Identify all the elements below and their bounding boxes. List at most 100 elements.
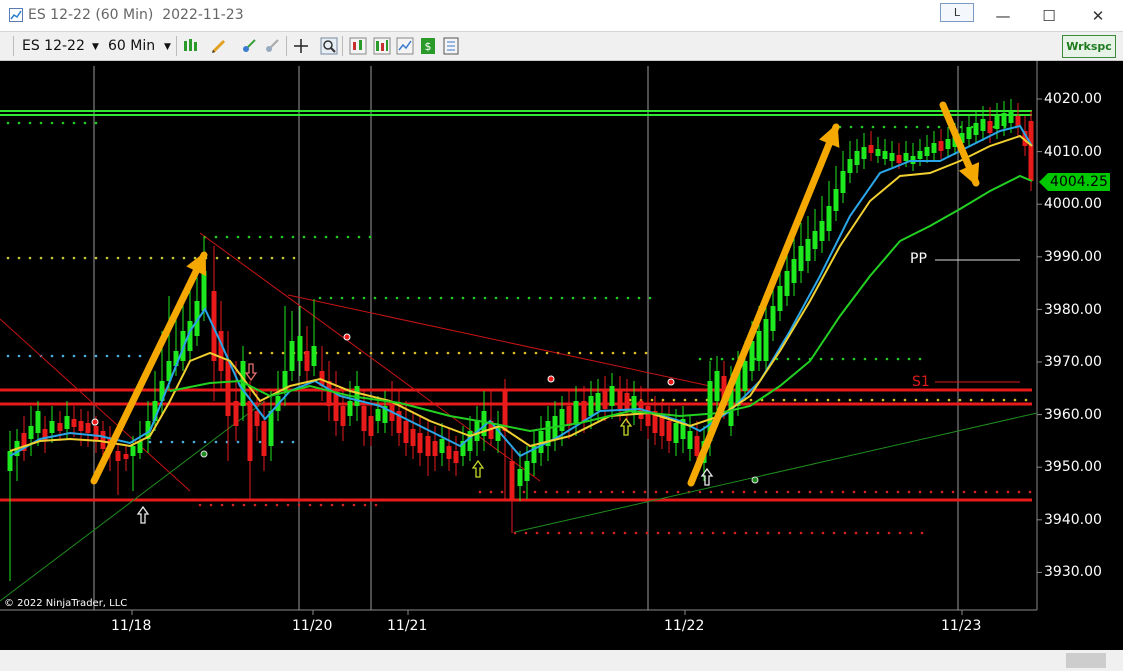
candle-body xyxy=(559,409,565,431)
pivot-level-marker xyxy=(358,351,362,355)
pivot-level-marker xyxy=(297,503,301,507)
candle-body xyxy=(375,409,381,421)
pivot-level-marker xyxy=(335,235,339,239)
candlestick-chart[interactable] xyxy=(0,61,1123,671)
pivot-level-marker xyxy=(909,531,913,535)
buy-signal-arrow-icon xyxy=(136,505,150,524)
pivot-level-marker xyxy=(720,490,724,494)
pivot-level-marker xyxy=(160,256,164,260)
pivot-level-marker xyxy=(854,531,858,535)
candle-body xyxy=(868,145,874,153)
candle-body xyxy=(268,411,274,446)
pivot-level-marker xyxy=(821,531,825,535)
indicators-icon[interactable] xyxy=(373,37,391,55)
pivot-level-marker xyxy=(247,235,251,239)
candle-body xyxy=(645,406,651,426)
data-series-icon[interactable] xyxy=(349,37,367,55)
interval-selector[interactable]: 60 Min xyxy=(108,38,155,54)
pivot-level-marker xyxy=(181,440,185,444)
pivot-level-marker xyxy=(1002,398,1006,402)
pivot-level-marker xyxy=(248,256,252,260)
candle-body xyxy=(71,419,77,427)
pivot-level-marker xyxy=(777,531,781,535)
pivot-level-marker xyxy=(881,398,885,402)
pivot-level-marker xyxy=(380,351,384,355)
pivot-level-marker xyxy=(215,256,219,260)
pivot-level-marker xyxy=(764,490,768,494)
pivot-level-marker xyxy=(369,351,373,355)
candle-body xyxy=(875,149,881,156)
signal-dot xyxy=(751,476,759,484)
minimize-button[interactable]: — xyxy=(992,6,1014,26)
pivot-level-marker xyxy=(995,490,999,494)
trend-line xyxy=(514,412,1038,533)
price-chart-panel[interactable]: 4020.00 4010.00 4000.00 3990.00 3980.00 … xyxy=(0,61,1123,671)
pivot-level-marker xyxy=(870,398,874,402)
pivot-level-marker xyxy=(698,490,702,494)
candle-body xyxy=(509,461,515,501)
pivot-level-marker xyxy=(1028,490,1032,494)
signal-dot xyxy=(200,450,208,458)
pivot-level-marker xyxy=(621,490,625,494)
pivot-level-marker xyxy=(319,503,323,507)
chart-style-icon[interactable] xyxy=(182,37,200,55)
link-button[interactable]: L xyxy=(940,3,974,22)
trend-line xyxy=(287,294,711,387)
candle-body xyxy=(791,259,797,283)
zoom-icon[interactable] xyxy=(320,37,338,55)
candle-body xyxy=(1028,121,1034,181)
pivot-level-marker xyxy=(753,490,757,494)
pivot-level-marker xyxy=(588,490,592,494)
pivot-level-marker xyxy=(555,490,559,494)
candle-body xyxy=(840,171,846,193)
pivot-level-marker xyxy=(341,503,345,507)
candle-body xyxy=(742,361,748,391)
signal-dot xyxy=(91,418,99,426)
properties-icon[interactable] xyxy=(442,37,460,55)
pivot-level-marker xyxy=(771,398,775,402)
candle-body xyxy=(410,429,416,446)
crosshair-icon[interactable] xyxy=(292,37,310,55)
pivot-level-marker xyxy=(600,351,604,355)
drawing-tool-icon[interactable] xyxy=(210,37,228,55)
candle-body xyxy=(602,391,608,409)
instrument-selector[interactable]: ES 12-22 xyxy=(22,38,85,54)
buy-signal-arrow-icon xyxy=(619,417,633,436)
pivot-level-marker xyxy=(522,490,526,494)
remove-stop-icon[interactable] xyxy=(263,37,281,55)
current-price-marker-icon xyxy=(1039,173,1048,191)
candle-body xyxy=(617,391,623,409)
pivot-level-marker xyxy=(797,357,801,361)
pivot-level-marker xyxy=(593,296,597,300)
pivot-level-marker xyxy=(929,490,933,494)
close-button[interactable]: ✕ xyxy=(1087,6,1109,26)
pivot-level-marker xyxy=(28,256,32,260)
trade-performance-icon[interactable]: $ xyxy=(419,37,437,55)
candle-body xyxy=(595,393,601,411)
candle-body xyxy=(763,319,769,361)
pivot-level-marker xyxy=(94,121,98,125)
add-stop-icon[interactable] xyxy=(240,37,258,55)
buy-signal-arrow-icon xyxy=(471,459,485,478)
candle-body xyxy=(917,151,923,159)
pivot-level-marker xyxy=(852,357,856,361)
candle-body xyxy=(123,454,129,459)
pivot-level-marker xyxy=(524,531,528,535)
pivot-level-marker xyxy=(644,351,648,355)
pivot-level-marker xyxy=(722,531,726,535)
pivot-level-marker xyxy=(984,490,988,494)
workspace-button[interactable]: Wrkspc xyxy=(1062,35,1116,58)
candle-body xyxy=(847,159,853,173)
candle-body xyxy=(896,155,902,163)
strategies-icon[interactable] xyxy=(396,37,414,55)
candle-body xyxy=(368,416,374,436)
interval-dropdown-icon[interactable]: ▼ xyxy=(164,42,171,52)
scrollbar-thumb[interactable] xyxy=(1066,653,1106,668)
instrument-dropdown-icon[interactable]: ▼ xyxy=(92,42,99,52)
pivot-level-marker xyxy=(105,256,109,260)
horizontal-scrollbar[interactable] xyxy=(0,650,1123,671)
maximize-button[interactable]: ☐ xyxy=(1038,6,1060,26)
pivot-level-marker xyxy=(424,351,428,355)
pivot-level-marker xyxy=(505,296,509,300)
pivot-level-marker xyxy=(896,357,900,361)
